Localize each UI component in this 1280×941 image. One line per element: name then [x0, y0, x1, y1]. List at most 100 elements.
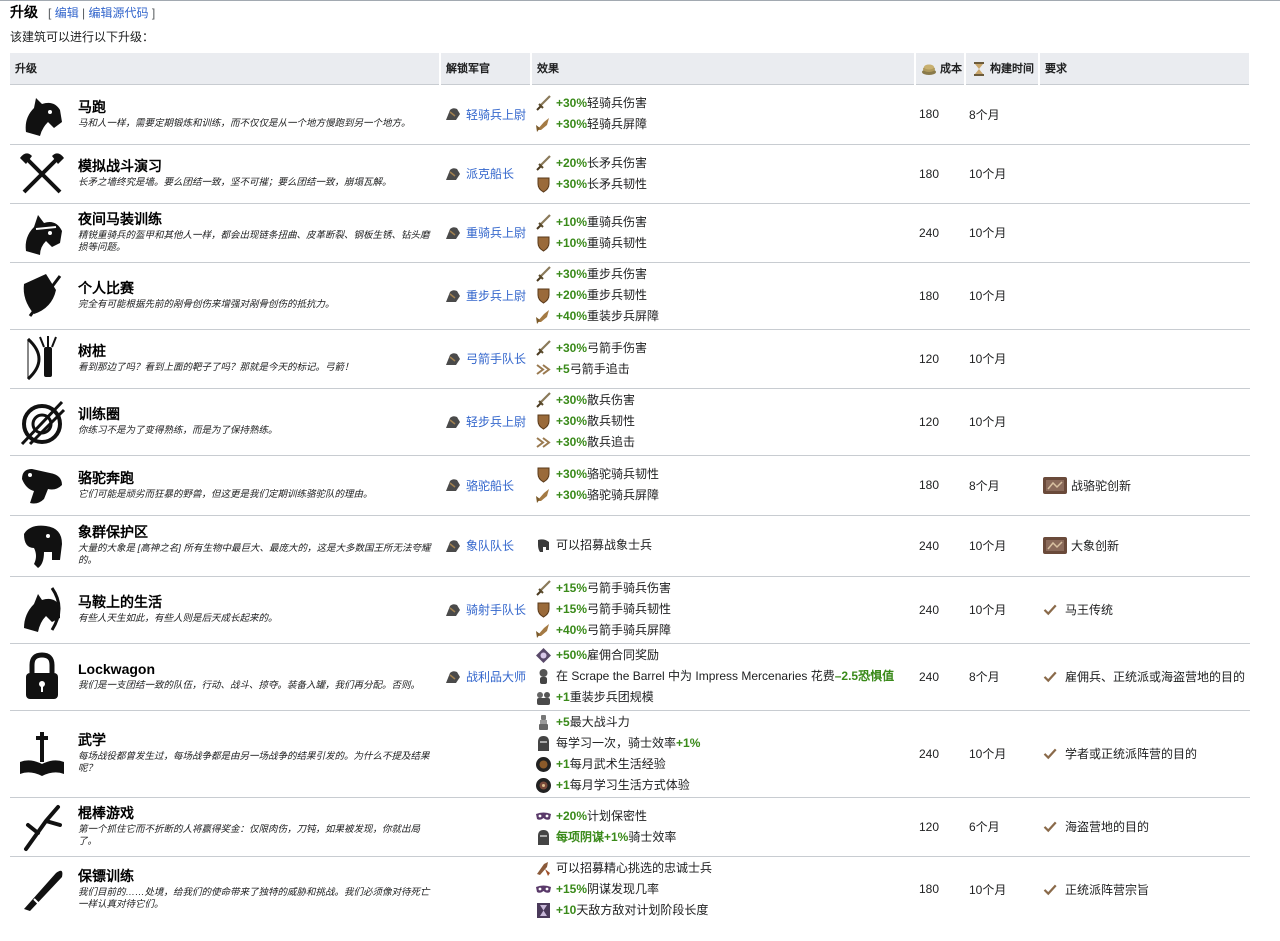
crossed-axes-icon	[20, 152, 64, 193]
horse-head-icon	[25, 98, 62, 136]
effect-text: 骆驼骑兵屏障	[587, 488, 660, 502]
header-cost[interactable]: 成本	[915, 53, 966, 84]
header-upgrade[interactable]: 升级	[10, 53, 441, 84]
officer-link[interactable]: 轻骑兵上尉	[466, 108, 526, 122]
effect-value: +30%	[556, 488, 588, 502]
shield-icon	[535, 466, 552, 483]
effects-cell: +20%计划保密性 每项阴谋+1%骑士效率	[531, 796, 915, 856]
horse-archer-icon	[24, 586, 61, 632]
upgrade-description: 精锐重骑兵的盔甲和其他人一样，都会出现链条扭曲、皮革断裂、钢板生锈、钻头磨损等问…	[78, 230, 430, 253]
effect-text: 重骑兵伤害	[587, 214, 648, 229]
effect-value: +1	[556, 777, 570, 792]
effect-text: 弓箭手骑兵屏障	[587, 623, 672, 637]
officer-icon	[444, 669, 462, 685]
elephant-small-icon	[535, 537, 552, 554]
effect-text: 长矛兵伤害	[587, 155, 648, 170]
officer-link[interactable]: 派克船长	[466, 167, 514, 181]
edit-link[interactable]: 编辑	[55, 6, 79, 20]
effects-cell: +5最大战斗力 每学习一次，骑士效率+1% +1每月武术生活经验 +1每月学习生活方式…	[531, 709, 915, 797]
effect-value: +30%	[556, 340, 588, 355]
unlock-cell: 骆驼船长	[440, 454, 531, 515]
bow-quiver-icon	[26, 335, 57, 380]
officer-link[interactable]: 象队队长	[466, 539, 514, 553]
header-effect[interactable]: 效果	[531, 53, 916, 84]
upgrade-description: 它们可能是顽劣而狂暴的野兽，但这更是我们定期训练骆驼队的理由。	[78, 488, 373, 500]
unlock-cell: 派克船长	[440, 143, 531, 203]
header-unlock[interactable]: 解锁军官	[440, 53, 532, 84]
camel-icon	[22, 469, 62, 504]
requirement-cell	[1039, 387, 1250, 455]
requirement-cell: 大象创新	[1039, 514, 1250, 576]
cost-cell: 180	[915, 143, 965, 203]
cost-cell: 240	[915, 575, 965, 643]
sword-icon	[535, 214, 552, 231]
effect-value: +20%	[556, 155, 588, 170]
time-cell: 10个月	[965, 514, 1039, 576]
upgrade-description: 完全有可能根据先前的剐骨创伤来增强对剐骨创伤的抵抗力。	[78, 299, 335, 310]
hourglass-icon	[535, 902, 552, 919]
effects-cell: +30%骆驼骑兵韧性 +30%骆驼骑兵屏障	[531, 454, 915, 515]
unlock-cell: 重骑兵上尉	[440, 202, 531, 262]
officer-icon	[444, 538, 462, 554]
charge-icon	[535, 116, 552, 133]
edit-separator: |	[78, 6, 89, 20]
requirement-cell	[1039, 261, 1250, 329]
effect-value: +30%	[556, 117, 588, 131]
unlock-cell: 象队队长	[440, 514, 531, 576]
unlock-cell	[440, 709, 531, 797]
upgrade-name: 武学	[78, 732, 106, 748]
effect-text: 骆驼骑兵韧性	[587, 467, 660, 481]
knight-icon	[535, 735, 552, 752]
effect-value: +1	[556, 690, 570, 704]
unlock-cell: 重步兵上尉	[440, 261, 531, 329]
officer-link[interactable]: 战利品大师	[466, 670, 526, 684]
effect-item: +10天敌方敌对计划阶段长度	[535, 900, 911, 921]
officer-link[interactable]: 轻步兵上尉	[466, 415, 526, 429]
officer-link[interactable]: 重步兵上尉	[466, 289, 526, 303]
knight-icon	[535, 829, 552, 846]
effect-value: +10	[556, 902, 577, 917]
sword-icon	[535, 266, 552, 283]
unlock-cell: 骑射手队长	[440, 575, 531, 643]
upgrade-description: 第一个抓住它而不折断的人将赢得奖金：仅限肉伤，刀钝，如果被发现，你就出局了。	[78, 824, 421, 847]
requirement-cell: 战骆驼创新	[1039, 454, 1250, 515]
upgrade-description: 我们是一支团结一致的队伍，行动、战斗、掠夺。装备入罐，我们再分配。否则。	[78, 680, 421, 691]
upgrade-description: 看到那边了吗？看到上面的靶子了吗？那就是今天的标记。弓箭！	[78, 362, 354, 373]
table-row: 武学 每场战役都曾发生过，每场战争都是由另一场战争的结果引发的。为什么不提及结果呢…	[10, 709, 1250, 797]
upgrade-name: Lockwagon	[78, 661, 156, 677]
prowess-icon	[535, 714, 552, 731]
charge-icon	[535, 487, 552, 504]
upgrade-cell: 骆驼奔跑 它们可能是顽劣而狂暴的野兽，但这更是我们定期训练骆驼队的理由。	[74, 454, 440, 515]
officer-link[interactable]: 骆驼船长	[466, 479, 514, 493]
effect-item: +30%弓箭手伤害	[535, 338, 911, 359]
effect-text: 重步兵伤害	[587, 267, 648, 281]
time-cell: 8个月	[965, 454, 1039, 515]
effect-text: 弓箭手追击	[569, 361, 630, 376]
time-cell: 10个月	[965, 261, 1039, 329]
effects-cell: +30%轻骑兵伤害 +30%轻骑兵屏障	[531, 83, 915, 144]
officer-link[interactable]: 骑射手队长	[466, 603, 526, 617]
unlock-cell	[440, 855, 531, 922]
table-row: 马鞍上的生活 有些人天生如此，有些人则是后天成长起来的。 骑射手队长 +15%弓箭手骑…	[10, 575, 1250, 643]
effect-value: +1	[556, 756, 570, 771]
upgrade-icon-cell	[10, 328, 74, 388]
effect-item: +30%长矛兵韧性	[535, 174, 911, 195]
upgrade-icon-cell	[10, 143, 74, 203]
requirement-cell: 雇佣兵、正统派或海盗营地的目的	[1039, 642, 1250, 710]
effect-value: +30%	[556, 176, 588, 191]
upgrade-cell: 夜间马装训练 精锐重骑兵的盔甲和其他人一样，都会出现链条扭曲、皮革断裂、钢板生锈、…	[74, 202, 440, 262]
shield-icon	[535, 287, 552, 304]
effect-item: +40%重装步兵屏障	[535, 306, 911, 327]
officer-link[interactable]: 弓箭手队长	[466, 352, 526, 366]
effect-text: 重骑兵韧性	[587, 235, 648, 250]
officer-icon	[444, 414, 462, 430]
pursuit-icon	[535, 434, 552, 451]
officer-link[interactable]: 重骑兵上尉	[466, 226, 526, 240]
unlock-cell: 轻步兵上尉	[440, 387, 531, 455]
header-time[interactable]: 构建时间	[965, 53, 1040, 84]
time-cell: 10个月	[965, 575, 1039, 643]
header-req[interactable]: 要求	[1039, 53, 1251, 84]
edit-source-link[interactable]: 编辑源代码	[89, 6, 149, 20]
upgrade-icon-cell	[10, 454, 74, 515]
upgrade-icon-cell	[10, 575, 74, 643]
